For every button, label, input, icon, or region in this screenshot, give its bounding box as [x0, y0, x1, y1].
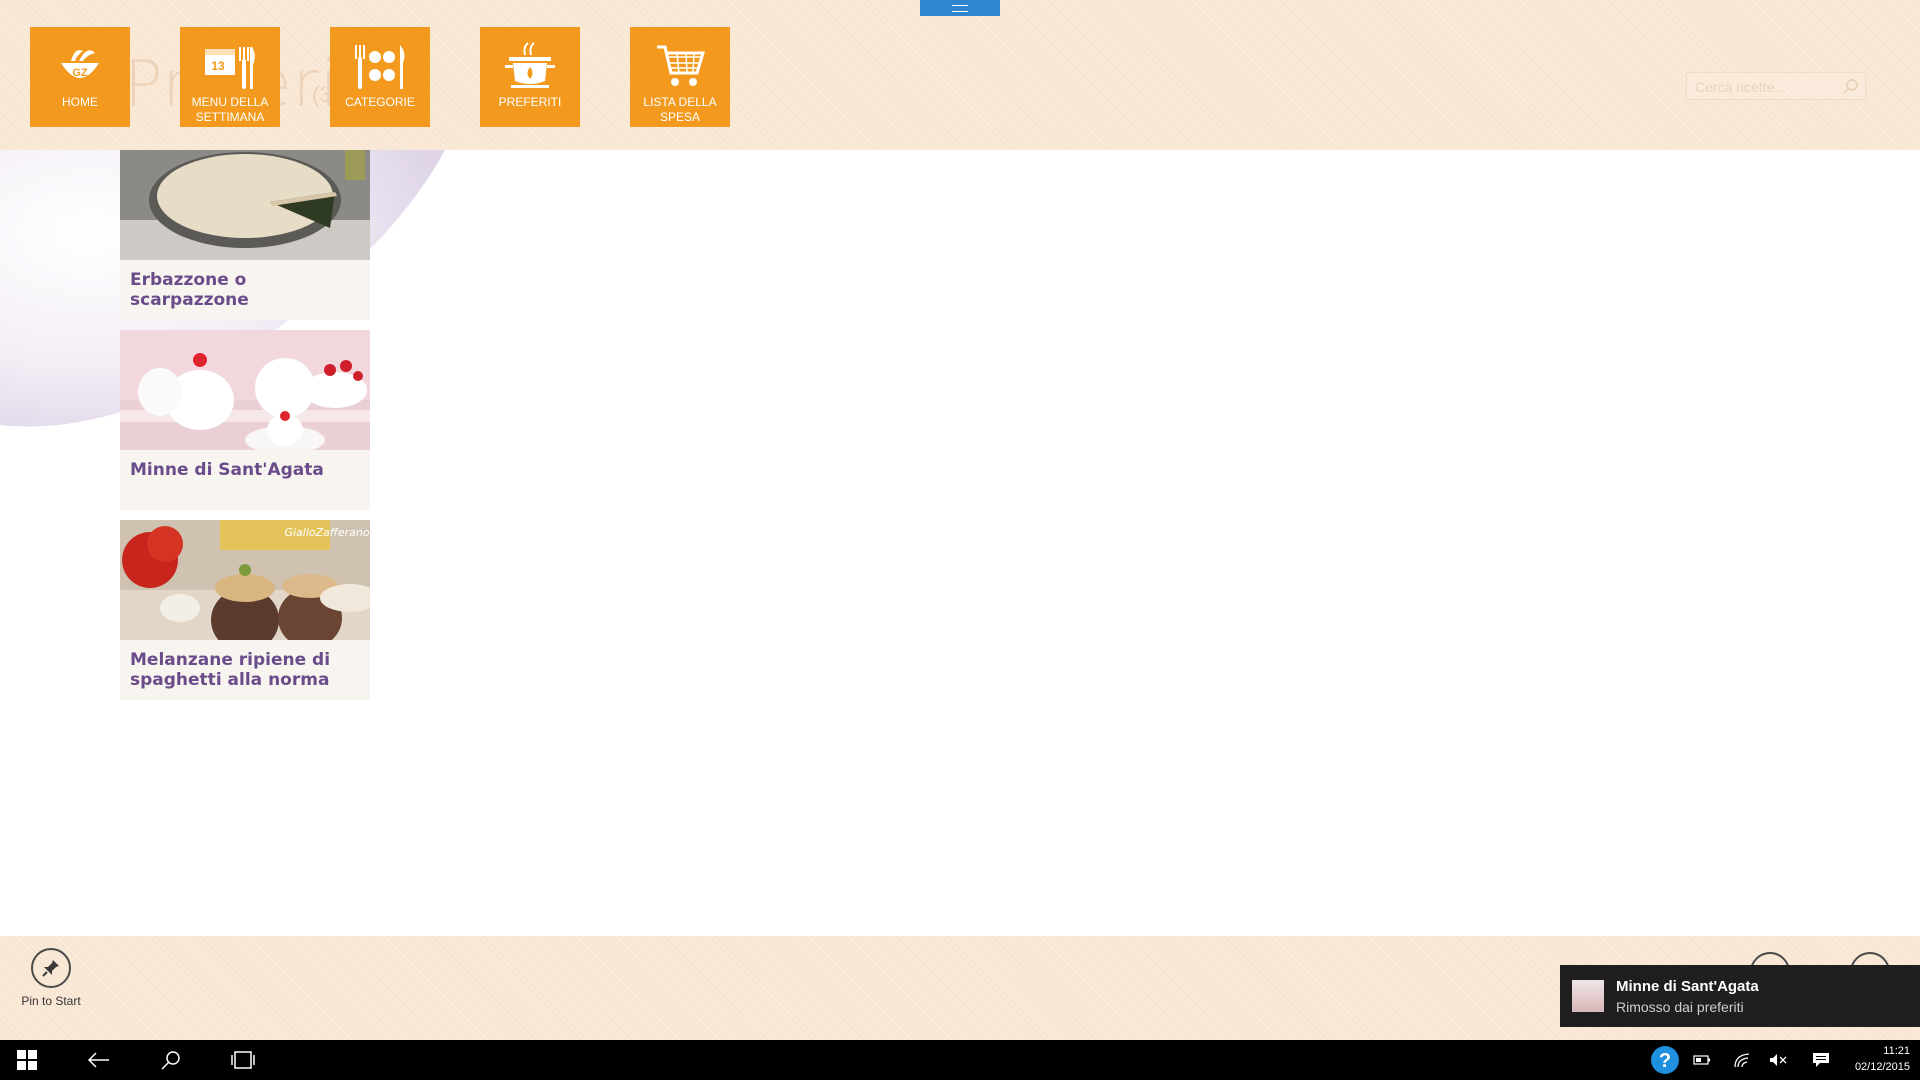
volume-muted-icon — [1770, 1054, 1787, 1066]
pin-icon — [31, 948, 71, 988]
action-center-button[interactable] — [1806, 1040, 1836, 1080]
start-button[interactable] — [0, 1040, 54, 1080]
help-question-icon: ? — [1651, 1046, 1679, 1074]
clock-date: 02/12/2015 — [1854, 1061, 1910, 1073]
search-taskbar-button[interactable] — [144, 1040, 198, 1080]
minne-sant-agata-photo — [120, 330, 370, 450]
battery-icon — [1693, 1055, 1710, 1065]
wifi-icon — [1734, 1053, 1750, 1068]
pin-to-start-label: Pin to Start — [21, 994, 81, 1008]
nav-preferiti-label: PREFERITI — [498, 95, 562, 109]
toast-title: Minne di Sant'Agata — [1616, 977, 1759, 995]
toast-notification[interactable]: Minne di Sant'Agata Rimosso dai preferit… — [1560, 965, 1920, 1027]
battery-tray-button[interactable] — [1690, 1040, 1714, 1080]
nav-home-label: HOME — [62, 95, 98, 109]
nav-preferiti-button[interactable]: PREFERITI — [480, 27, 580, 127]
notification-icon — [1813, 1053, 1829, 1067]
nav-categorie-button[interactable]: CATEGORIE — [330, 27, 430, 127]
melanzane-ripiene-photo: GialloZafferano — [120, 520, 370, 640]
recipe-title: Erbazzone o scarpazzone — [130, 270, 249, 310]
home-bowl-icon: GZ — [61, 50, 99, 79]
task-view-button[interactable] — [216, 1040, 270, 1080]
search-box[interactable] — [1686, 72, 1866, 101]
recipe-card[interactable]: Erbazzone o scarpazzone — [120, 150, 370, 320]
svg-text:13: 13 — [211, 59, 225, 73]
erbazzone-pie-photo — [120, 150, 370, 260]
cooking-pot-icon — [505, 42, 555, 88]
shopping-cart-icon — [657, 45, 706, 86]
app-bar-handle[interactable] — [920, 0, 1000, 16]
recipe-card[interactable]: Minne di Sant'Agata — [120, 330, 370, 510]
back-button[interactable] — [72, 1040, 126, 1080]
clock-time: 11:21 — [1883, 1045, 1910, 1057]
calendar-cutlery-icon: 13 — [205, 47, 255, 89]
back-arrow-icon — [88, 1052, 109, 1068]
recipe-title: Minne di Sant'Agata — [130, 460, 324, 480]
network-tray-button[interactable] — [1728, 1040, 1756, 1080]
search-icon[interactable] — [1843, 78, 1859, 94]
pin-to-start-button[interactable]: Pin to Start — [16, 948, 86, 1008]
recipe-card[interactable]: GialloZafferano Melanzane ripiene di spa… — [120, 520, 370, 700]
nav-home-button[interactable]: GZ HOME — [30, 27, 130, 127]
search-input[interactable] — [1687, 73, 1843, 101]
windows-logo-icon — [17, 1050, 37, 1070]
volume-tray-button[interactable] — [1764, 1040, 1792, 1080]
recipe-title: Melanzane ripiene di spaghetti alla norm… — [130, 650, 331, 690]
toast-message: Rimosso dai preferiti — [1616, 998, 1744, 1015]
top-app-bar: Preferiti (3) GZ HOME 13 MENU DELLA SETT… — [0, 0, 1920, 150]
search-icon — [161, 1051, 180, 1070]
nav-menu-settimana-label: MENU DELLA SETTIMANA — [191, 95, 269, 124]
task-view-icon — [231, 1051, 255, 1069]
svg-text:?: ? — [1659, 1050, 1671, 1072]
windows-taskbar: ? 11:21 02/12/2015 — [0, 1040, 1920, 1080]
svg-text:GialloZafferano: GialloZafferano — [284, 526, 369, 539]
categories-cutlery-icon — [355, 45, 405, 89]
taskbar-clock[interactable]: 11:21 02/12/2015 — [1855, 1043, 1910, 1075]
svg-text:GZ: GZ — [72, 67, 88, 79]
nav-lista-spesa-label: LISTA DELLA SPESA — [643, 95, 717, 124]
nav-categorie-label: CATEGORIE — [345, 95, 415, 109]
toast-recipe-thumbnail — [1572, 980, 1604, 1012]
nav-lista-spesa-button[interactable]: LISTA DELLA SPESA — [630, 27, 730, 127]
nav-menu-settimana-button[interactable]: 13 MENU DELLA SETTIMANA — [180, 27, 280, 127]
help-tray-button[interactable]: ? — [1648, 1040, 1682, 1080]
